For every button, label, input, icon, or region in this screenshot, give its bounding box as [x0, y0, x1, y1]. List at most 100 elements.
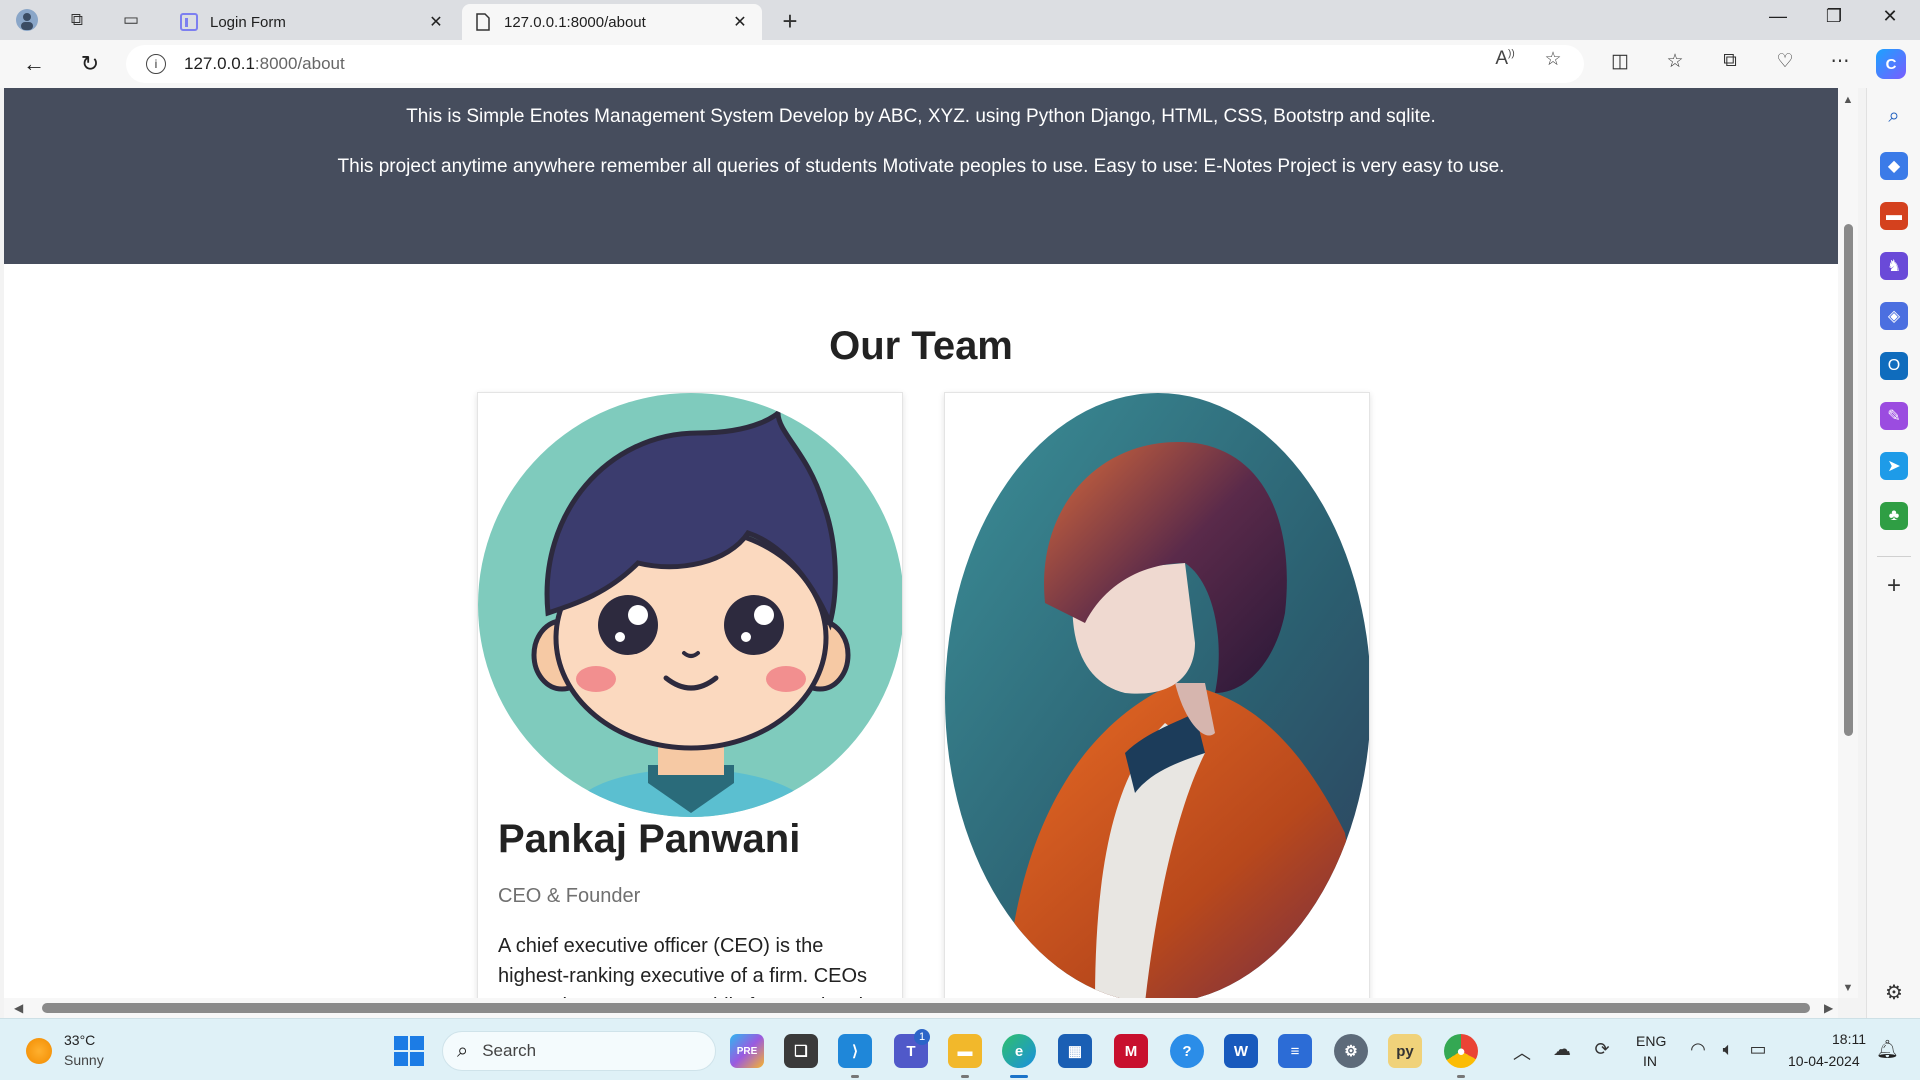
tab-about[interactable]: 127.0.0.1:8000/about ✕: [462, 4, 762, 40]
read-aloud-icon[interactable]: A)): [1490, 48, 1520, 70]
word-icon[interactable]: W: [1224, 1034, 1258, 1068]
outlook-icon[interactable]: O: [1880, 352, 1908, 380]
clock-time[interactable]: 18:11: [1832, 1031, 1866, 1047]
address-bar-row: ← ↻ i 127.0.0.1:8000/about A)) ☆ ◫ ☆ ⧉ ♡…: [0, 40, 1920, 88]
restore-icon[interactable]: ❐: [1814, 6, 1854, 27]
wifi-icon[interactable]: ◠: [1684, 1039, 1712, 1060]
notepad-icon[interactable]: ≡: [1278, 1034, 1312, 1068]
chrome-icon[interactable]: ●: [1444, 1034, 1478, 1068]
weather-sun-icon[interactable]: [26, 1038, 52, 1064]
help-icon[interactable]: ?: [1170, 1034, 1204, 1068]
battery-icon[interactable]: ▭: [1744, 1039, 1772, 1060]
team-card: Pankaj Panwani CEO & Founder A chief exe…: [477, 392, 903, 998]
refresh-icon[interactable]: ↻: [74, 48, 106, 80]
favorite-star-icon[interactable]: ☆: [1538, 48, 1568, 71]
sync-icon[interactable]: ⟳: [1588, 1039, 1616, 1060]
close-tab-icon[interactable]: ✕: [426, 12, 446, 32]
hero-description-2: This project anytime anywhere remember a…: [337, 156, 1505, 177]
search-placeholder: Search: [482, 1041, 537, 1060]
weather-condition[interactable]: Sunny: [64, 1052, 104, 1068]
browser-essentials-icon[interactable]: ♡: [1769, 50, 1801, 73]
split-screen-icon[interactable]: ◫: [1604, 50, 1636, 73]
running-indicator: [1457, 1075, 1465, 1078]
collections-icon[interactable]: ⧉: [1714, 50, 1746, 72]
notification-bell-icon[interactable]: 🔔︎: [1876, 1039, 1899, 1060]
clock-date[interactable]: 10-04-2024: [1788, 1053, 1860, 1069]
windows-taskbar: 33°C Sunny ⌕ Search PRE ❑ ⟩ T 1 ▬ e ▦ M …: [0, 1018, 1920, 1080]
task-view-icon[interactable]: ❑: [784, 1034, 818, 1068]
vertical-tabs-icon[interactable]: ▭: [118, 8, 144, 32]
copilot-icon[interactable]: C: [1876, 49, 1906, 79]
show-hidden-icons-chevron-icon[interactable]: ︿: [1508, 1039, 1536, 1065]
sidebar-divider: [1877, 556, 1911, 557]
edge-sidebar: ⌕ ◆ ▬ ♞ ◈ O ✎ ➤ ♣ + ⚙: [1866, 88, 1920, 1018]
tab-login-form[interactable]: Login Form ✕: [168, 4, 458, 40]
language-indicator[interactable]: ENG: [1636, 1033, 1666, 1049]
workspaces-icon[interactable]: ⧉: [64, 8, 90, 32]
running-indicator: [961, 1075, 969, 1078]
scroll-up-arrow-icon[interactable]: ▲: [1838, 94, 1858, 106]
tab-title: Login Form: [210, 13, 286, 31]
python-file-icon[interactable]: py: [1388, 1034, 1422, 1068]
mcafee-icon[interactable]: M: [1114, 1034, 1148, 1068]
taskbar-search-box[interactable]: ⌕ Search: [442, 1031, 716, 1071]
send-icon[interactable]: ➤: [1880, 452, 1908, 480]
games-chess-icon[interactable]: ♞: [1880, 252, 1908, 280]
onedrive-cloud-icon[interactable]: ☁: [1548, 1039, 1576, 1060]
language-region[interactable]: IN: [1643, 1053, 1657, 1069]
designer-icon[interactable]: ✎: [1880, 402, 1908, 430]
member-role: CEO & Founder: [498, 885, 641, 907]
page-favicon-icon: [474, 13, 492, 31]
edge-browser-icon[interactable]: e: [1002, 1034, 1036, 1068]
minimize-icon[interactable]: —: [1758, 6, 1798, 27]
member-avatar-illustrated-boy: [945, 393, 1369, 998]
vscode-icon[interactable]: ⟩: [838, 1034, 872, 1068]
active-app-indicator: [1010, 1075, 1028, 1078]
shopping-tag-icon[interactable]: ◆: [1880, 152, 1908, 180]
page-viewport: This is Simple Enotes Management System …: [4, 88, 1838, 998]
url-path: :8000/about: [254, 54, 345, 73]
vertical-scroll-thumb[interactable]: [1844, 224, 1853, 736]
team-heading: Our Team: [829, 324, 1013, 368]
horizontal-scroll-thumb[interactable]: [42, 1003, 1810, 1013]
microsoft-store-icon[interactable]: ▦: [1058, 1034, 1092, 1068]
new-tab-icon[interactable]: +: [776, 6, 804, 37]
close-tab-icon[interactable]: ✕: [730, 12, 750, 32]
scroll-left-arrow-icon[interactable]: ◀: [14, 1001, 23, 1015]
profile-avatar-icon[interactable]: [14, 8, 40, 32]
vertical-scrollbar[interactable]: ▲ ▼: [1838, 88, 1858, 998]
favorites-icon[interactable]: ☆: [1659, 50, 1691, 73]
member-bio: A chief executive officer (CEO) is the h…: [498, 935, 880, 998]
member-avatar-cartoon-boy: [478, 393, 902, 817]
address-bar[interactable]: i 127.0.0.1:8000/about: [126, 45, 1584, 83]
volume-icon[interactable]: 🔈︎: [1714, 1039, 1742, 1060]
microsoft-365-icon[interactable]: ◈: [1880, 302, 1908, 330]
login-form-favicon-icon: [180, 13, 198, 31]
search-icon[interactable]: ⌕: [1880, 102, 1908, 130]
settings-gear-icon[interactable]: ⚙: [1334, 1034, 1368, 1068]
weather-temperature[interactable]: 33°C: [64, 1032, 95, 1048]
windows-start-icon[interactable]: [394, 1036, 424, 1066]
file-explorer-icon[interactable]: ▬: [948, 1034, 982, 1068]
horizontal-scrollbar[interactable]: ◀ ▶: [4, 998, 1838, 1018]
tab-title: 127.0.0.1:8000/about: [504, 13, 646, 31]
close-window-icon[interactable]: ✕: [1870, 6, 1910, 27]
about-hero-section: This is Simple Enotes Management System …: [4, 88, 1838, 264]
site-info-icon[interactable]: i: [146, 54, 166, 74]
team-card: [944, 392, 1370, 998]
more-menu-icon[interactable]: ⋯: [1824, 50, 1856, 73]
running-indicator: [851, 1075, 859, 1078]
member-name: Pankaj Panwani: [498, 817, 801, 861]
teams-badge: 1: [914, 1029, 930, 1045]
tree-icon[interactable]: ♣: [1880, 502, 1908, 530]
search-magnifier-icon: ⌕: [457, 1039, 469, 1062]
scroll-down-arrow-icon[interactable]: ▼: [1838, 982, 1858, 994]
tools-briefcase-icon[interactable]: ▬: [1880, 202, 1908, 230]
scroll-right-arrow-icon[interactable]: ▶: [1824, 1001, 1833, 1015]
hero-description-1: This is Simple Enotes Management System …: [406, 106, 1436, 127]
back-arrow-icon[interactable]: ←: [18, 48, 50, 80]
url-host: 127.0.0.1: [184, 54, 255, 73]
sidebar-settings-gear-icon[interactable]: ⚙: [1880, 978, 1908, 1006]
copilot-pre-app-icon[interactable]: PRE: [730, 1034, 764, 1068]
add-sidebar-app-icon[interactable]: +: [1880, 572, 1908, 600]
